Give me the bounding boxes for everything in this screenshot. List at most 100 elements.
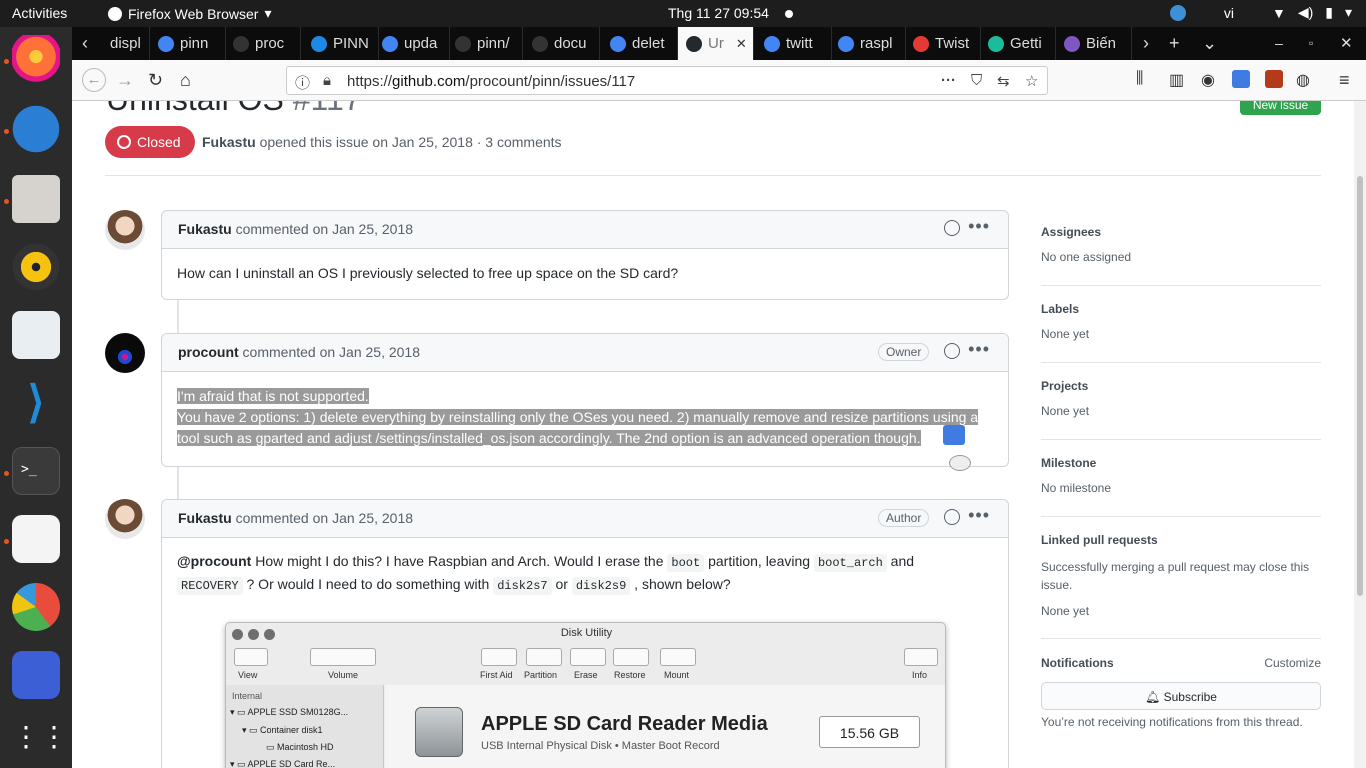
comment-author[interactable]: procount: [178, 344, 239, 360]
mail-dock-icon[interactable]: [12, 105, 60, 153]
files-dock-icon[interactable]: [12, 175, 60, 223]
toolbar-label: Info: [912, 670, 928, 680]
browser-tab[interactable]: raspl: [830, 27, 906, 60]
comment-text: and: [886, 553, 915, 569]
disk-usage-dock-icon[interactable]: [12, 583, 60, 631]
browser-tab[interactable]: PINN: [303, 27, 379, 60]
software-dock-icon[interactable]: [12, 311, 60, 359]
tab-scroll-left-icon[interactable]: ‹: [82, 33, 88, 54]
browser-tab[interactable]: Getti: [980, 27, 1056, 60]
activities-button[interactable]: Activities: [12, 5, 67, 21]
comment-author[interactable]: Fukastu: [178, 510, 232, 526]
browser-tab[interactable]: delet: [602, 27, 678, 60]
tab-list-icon[interactable]: ⌄: [1202, 33, 1217, 54]
browser-tab[interactable]: proc: [225, 27, 301, 60]
sidebar-icon[interactable]: ▥: [1169, 70, 1184, 90]
sidebar-assignees[interactable]: Assignees No one assigned: [1041, 225, 1321, 264]
sidebar-linked-prs[interactable]: Linked pull requests Successfully mergin…: [1041, 533, 1321, 618]
screenshot-dock-icon[interactable]: [12, 651, 60, 699]
menu-icon[interactable]: ≡: [1339, 70, 1350, 91]
browser-tab[interactable]: pinn: [150, 27, 226, 60]
avatar[interactable]: [105, 499, 145, 539]
site-info-icon[interactable]: ⓘ: [295, 72, 310, 93]
extension-globe-icon[interactable]: ◍: [1296, 70, 1310, 90]
translate-icon[interactable]: ⇆: [997, 72, 1010, 90]
avatar[interactable]: [105, 210, 145, 250]
system-tray[interactable]: vi ▼ ◀) ▮ ▾: [1169, 4, 1352, 21]
comment-text-line: I'm afraid that is not supported.: [177, 388, 369, 404]
tab-scroll-right-icon[interactable]: ›: [1143, 33, 1149, 54]
disk-detail-pane: APPLE SD Card Reader Media USB Internal …: [385, 685, 945, 768]
pocket-icon[interactable]: ⛉: [971, 72, 982, 89]
add-reaction-icon[interactable]: [944, 220, 960, 236]
browser-tab[interactable]: displ: [102, 27, 150, 60]
issue-author-link[interactable]: Fukastu: [202, 134, 256, 150]
browser-tab[interactable]: Ur ✕: [678, 27, 754, 60]
browser-tab[interactable]: twitt: [756, 27, 832, 60]
back-icon[interactable]: ←: [82, 68, 106, 92]
user-mention-link[interactable]: @procount: [177, 553, 251, 569]
browser-tab[interactable]: Twist: [905, 27, 981, 60]
translate-extension-icon[interactable]: [1232, 70, 1250, 88]
browser-tab[interactable]: docu: [524, 27, 600, 60]
hard-drive-icon: [415, 707, 463, 757]
library-icon[interactable]: ⫼: [1136, 70, 1143, 88]
maximize-icon[interactable]: ▫: [1309, 36, 1313, 50]
inline-code: boot_arch: [813, 554, 887, 572]
new-tab-icon[interactable]: +: [1169, 33, 1180, 54]
sidebar-heading[interactable]: Assignees: [1041, 225, 1321, 239]
comment-timestamp[interactable]: commented on Jan 25, 2018: [236, 221, 413, 237]
comment-author[interactable]: Fukastu: [178, 221, 232, 237]
avatar[interactable]: [105, 333, 145, 373]
customize-link[interactable]: Customize: [1264, 656, 1321, 670]
first-aid-button: [481, 648, 517, 666]
extension-globe-icon[interactable]: [949, 455, 971, 471]
vscode-dock-icon[interactable]: ⟩: [12, 379, 60, 427]
sidebar-heading[interactable]: Linked pull requests: [1041, 533, 1321, 547]
account-icon[interactable]: ◉: [1201, 70, 1215, 90]
browser-tab[interactable]: pinn/: [447, 27, 523, 60]
clock[interactable]: Thg 11 27 09:54: [668, 5, 769, 21]
app-menu[interactable]: Firefox Web Browser ▾: [108, 5, 271, 22]
more-options-icon[interactable]: •••: [968, 216, 990, 237]
close-tab-icon[interactable]: ✕: [736, 36, 747, 52]
add-reaction-icon[interactable]: [944, 509, 960, 525]
add-reaction-icon[interactable]: [944, 343, 960, 359]
bookmark-star-icon[interactable]: ☆: [1025, 72, 1038, 90]
url-text[interactable]: https://github.com/procount/pinn/issues/…: [347, 73, 635, 90]
page-scrollbar[interactable]: [1354, 101, 1366, 768]
new-issue-button[interactable]: New issue: [1240, 101, 1321, 115]
home-icon[interactable]: ⌂: [180, 70, 191, 91]
disk-utility-screenshot[interactable]: Disk Utility View Volume First Aid Parti…: [225, 622, 946, 768]
device-name: APPLE SD Card Reader Media: [481, 713, 768, 735]
extension-icon[interactable]: [1265, 70, 1283, 88]
sidebar-labels[interactable]: Labels None yet: [1041, 302, 1321, 341]
forward-icon[interactable]: →: [116, 70, 134, 91]
reload-icon[interactable]: ↻: [148, 70, 163, 91]
rhythmbox-dock-icon[interactable]: [12, 243, 60, 291]
firefox-dock-icon[interactable]: [12, 35, 60, 83]
show-apps-icon[interactable]: ⋮⋮⋮: [12, 715, 96, 763]
page-actions-icon[interactable]: ···: [941, 72, 956, 89]
sidebar-heading[interactable]: Projects: [1041, 379, 1321, 393]
subscribe-button[interactable]: 🔔︎ Subscribe: [1041, 682, 1321, 710]
minimize-icon[interactable]: –: [1275, 35, 1283, 51]
text-editor-dock-icon[interactable]: [12, 515, 60, 563]
terminal-dock-icon[interactable]: >_: [12, 447, 60, 495]
translate-popup-icon[interactable]: [943, 425, 965, 445]
browser-tab[interactable]: upda: [374, 27, 450, 60]
comment-timestamp[interactable]: commented on Jan 25, 2018: [236, 510, 413, 526]
language-indicator[interactable]: vi: [1224, 5, 1234, 21]
scrollbar-thumb[interactable]: [1357, 176, 1363, 596]
comment-timestamp[interactable]: commented on Jan 25, 2018: [243, 344, 420, 360]
browser-tab[interactable]: Biến: [1056, 27, 1132, 60]
more-options-icon[interactable]: •••: [968, 339, 990, 360]
sidebar-heading[interactable]: Labels: [1041, 302, 1321, 316]
comment-body: @procount How might I do this? I have Ra…: [162, 538, 1008, 612]
close-window-icon[interactable]: ✕: [1340, 34, 1353, 52]
sidebar-projects[interactable]: Projects None yet: [1041, 379, 1321, 418]
sidebar-milestone[interactable]: Milestone No milestone: [1041, 456, 1321, 495]
more-options-icon[interactable]: •••: [968, 505, 990, 526]
sidebar-heading[interactable]: Milestone: [1041, 456, 1321, 470]
url-bar[interactable]: ⓘ 🔒︎ https://github.com/procount/pinn/is…: [286, 66, 1048, 95]
